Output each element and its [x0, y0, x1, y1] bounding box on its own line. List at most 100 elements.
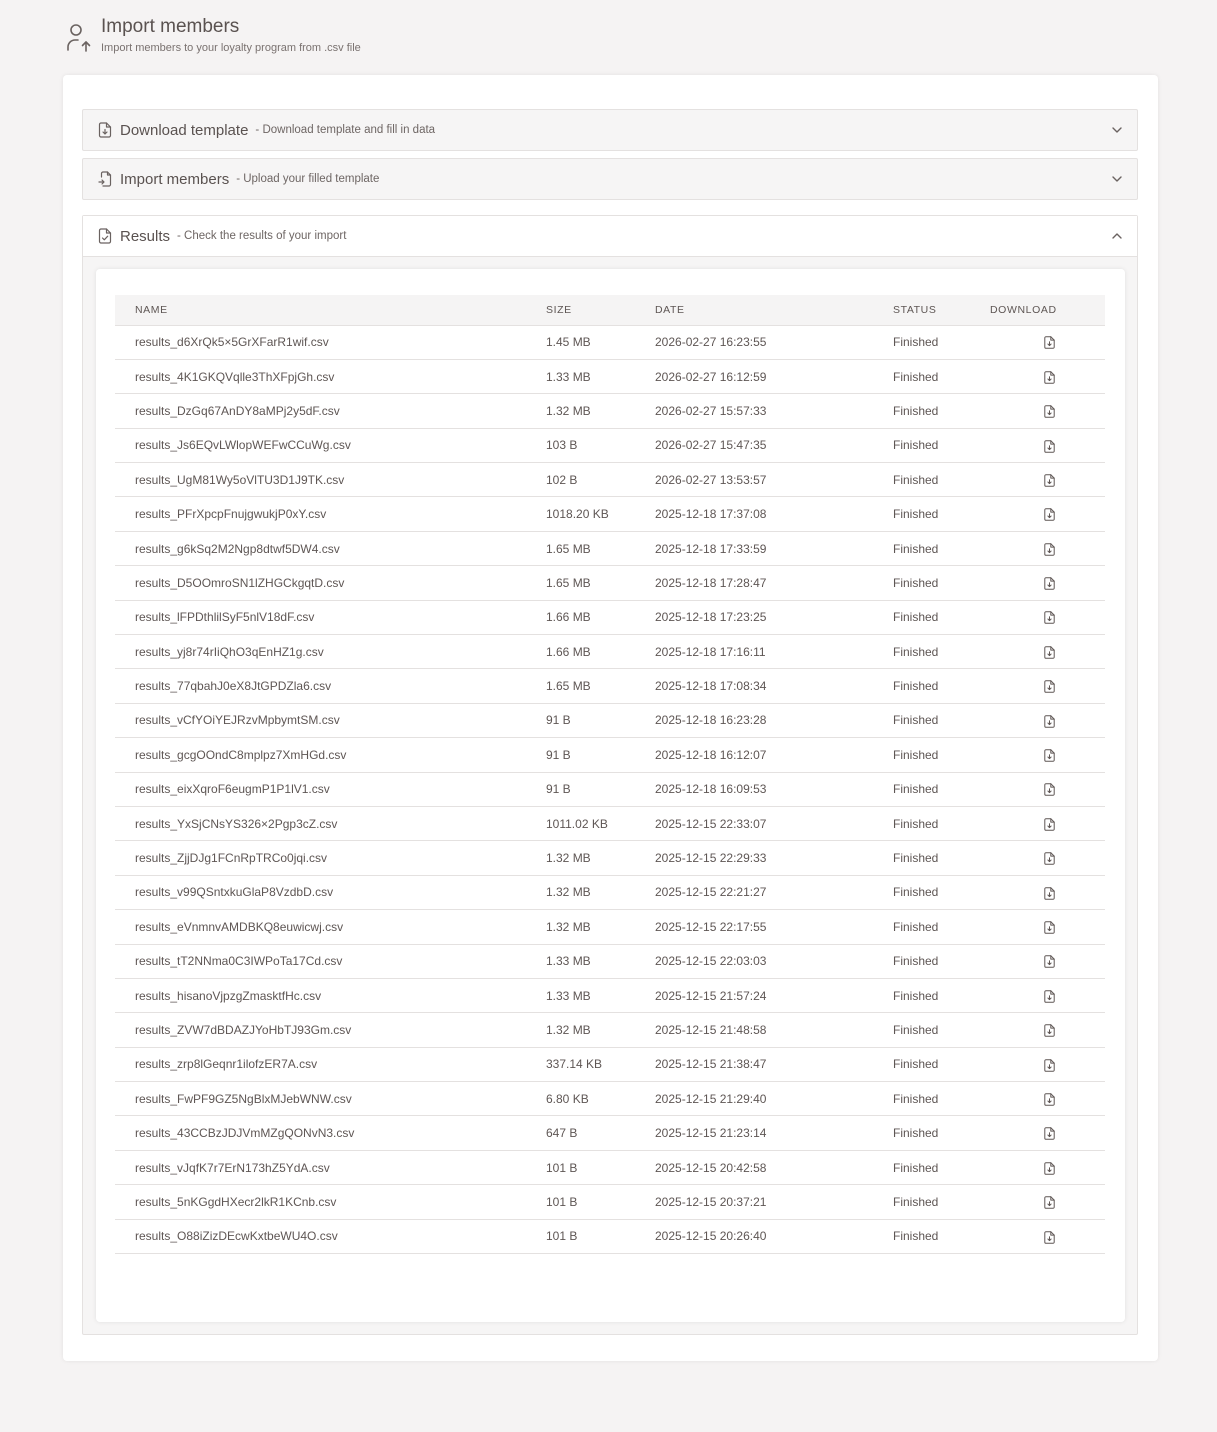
- download-cell[interactable]: [990, 1115, 1105, 1151]
- download-cell[interactable]: [990, 737, 1105, 773]
- file-download-icon[interactable]: [1043, 749, 1055, 762]
- file-download-icon[interactable]: [1043, 886, 1055, 900]
- status-text: Finished: [893, 428, 990, 464]
- download-cell[interactable]: [990, 1012, 1105, 1048]
- file-date: 2025-12-15 22:33:07: [655, 806, 893, 842]
- file-date: 2025-12-15 22:29:33: [655, 840, 893, 876]
- file-download-icon[interactable]: [1043, 783, 1055, 797]
- download-cell[interactable]: [990, 944, 1105, 979]
- download-cell[interactable]: [990, 393, 1105, 429]
- download-cell[interactable]: [990, 978, 1105, 1014]
- file-size: 1.65 MB: [546, 668, 655, 704]
- file-size: 1.32 MB: [546, 909, 655, 945]
- accordion-download-template[interactable]: Download template - Download template an…: [82, 109, 1138, 151]
- file-name: results_5nKGgdHXecr2lkR1KCnb.csv: [115, 1184, 546, 1220]
- download-cell[interactable]: [990, 703, 1105, 739]
- download-cell[interactable]: [990, 1081, 1105, 1117]
- file-date: 2025-12-15 20:26:40: [655, 1219, 893, 1255]
- table-row: results_yj8r74rIiQhO3qEnHZ1g.csv 1.66 MB 2…: [115, 634, 1105, 670]
- download-cell[interactable]: [990, 772, 1105, 807]
- file-download-icon: [98, 122, 112, 138]
- file-download-icon[interactable]: [1043, 955, 1055, 969]
- accordion-header[interactable]: Download template - Download template an…: [83, 110, 1137, 150]
- file-size: 1.45 MB: [546, 325, 655, 360]
- file-download-icon[interactable]: [1043, 1127, 1055, 1141]
- download-cell[interactable]: [990, 875, 1105, 911]
- download-cell[interactable]: [990, 600, 1105, 636]
- file-download-icon[interactable]: [1043, 1024, 1055, 1037]
- file-download-icon[interactable]: [1043, 542, 1055, 556]
- download-cell[interactable]: [990, 909, 1105, 945]
- file-download-icon[interactable]: [1043, 714, 1055, 728]
- file-download-icon[interactable]: [1043, 336, 1055, 350]
- file-date: 2026-02-27 16:23:55: [655, 325, 893, 360]
- file-date: 2025-12-18 17:23:25: [655, 600, 893, 636]
- file-size: 1018.20 KB: [546, 496, 655, 532]
- file-name: results_O88iZizDEcwKxtbeWU4O.csv: [115, 1219, 546, 1255]
- table-row: results_tT2NNma0C3IWPoTa17Cd.csv 1.33 MB 2…: [115, 944, 1105, 979]
- accordion-header[interactable]: Import members - Upload your filled temp…: [83, 159, 1137, 199]
- table-row: results_YxSjCNsYS326×2Pgp3cZ.csv 1011.02 …: [115, 806, 1105, 842]
- page-title: Import members: [101, 16, 240, 37]
- column-header-status: STATUS: [893, 295, 990, 326]
- file-download-icon[interactable]: [1043, 405, 1055, 418]
- download-cell[interactable]: [990, 1150, 1105, 1186]
- file-import-icon: [98, 171, 112, 187]
- file-download-icon[interactable]: [1043, 989, 1055, 1003]
- file-download-icon[interactable]: [1043, 439, 1055, 453]
- download-cell[interactable]: [990, 806, 1105, 842]
- file-name: results_YxSjCNsYS326×2Pgp3cZ.csv: [115, 806, 546, 842]
- download-cell[interactable]: [990, 668, 1105, 704]
- download-cell[interactable]: [990, 428, 1105, 464]
- download-cell[interactable]: [990, 565, 1105, 601]
- table-row: results_vCfYOiYEJRzvMpbymtSM.csv 91 B 2025…: [115, 703, 1105, 739]
- file-date: 2025-12-18 16:23:28: [655, 703, 893, 739]
- file-download-icon[interactable]: [1043, 474, 1055, 487]
- table-row: results_ZjjDJg1FCnRpTRCo0jqi.csv 1.32 MB 2…: [115, 840, 1105, 876]
- download-cell[interactable]: [990, 1184, 1105, 1220]
- accordion-results[interactable]: Results - Check the results of your impo…: [82, 215, 1138, 1335]
- file-size: 1.32 MB: [546, 840, 655, 876]
- accordion-import-members[interactable]: Import members - Upload your filled temp…: [82, 158, 1138, 200]
- accordion-description: - Check the results of your import: [177, 230, 347, 242]
- file-download-icon[interactable]: [1043, 1058, 1055, 1072]
- file-download-icon[interactable]: [1043, 646, 1055, 659]
- download-cell[interactable]: [990, 1219, 1105, 1255]
- accordion-header[interactable]: Results - Check the results of your impo…: [83, 216, 1137, 257]
- file-download-icon[interactable]: [1043, 370, 1055, 384]
- file-download-icon[interactable]: [1043, 577, 1055, 590]
- file-download-icon[interactable]: [1043, 508, 1055, 522]
- download-cell[interactable]: [990, 325, 1105, 360]
- download-cell[interactable]: [990, 634, 1105, 670]
- file-date: 2025-12-15 22:03:03: [655, 944, 893, 979]
- download-cell[interactable]: [990, 531, 1105, 567]
- file-download-icon[interactable]: [1043, 921, 1055, 934]
- file-download-icon[interactable]: [1043, 818, 1055, 831]
- file-download-icon[interactable]: [1043, 1196, 1055, 1209]
- file-name: results_ZVW7dBDAZJYoHbTJ93Gm.csv: [115, 1012, 546, 1048]
- download-cell[interactable]: [990, 359, 1105, 395]
- download-cell[interactable]: [990, 462, 1105, 498]
- download-cell[interactable]: [990, 1047, 1105, 1083]
- file-download-icon[interactable]: [1043, 1230, 1055, 1244]
- file-name: results_ZjjDJg1FCnRpTRCo0jqi.csv: [115, 840, 546, 876]
- status-text: Finished: [893, 978, 990, 1014]
- file-download-icon[interactable]: [1043, 611, 1055, 625]
- file-download-icon[interactable]: [1043, 1161, 1055, 1175]
- status-text: Finished: [893, 1115, 990, 1151]
- download-cell[interactable]: [990, 496, 1105, 532]
- table-row: results_v99QSntxkuGlaP8VzdbD.csv 1.32 MB 2…: [115, 875, 1105, 911]
- file-download-icon[interactable]: [1043, 680, 1055, 694]
- status-text: Finished: [893, 565, 990, 601]
- file-download-icon[interactable]: [1043, 852, 1055, 866]
- file-size: 101 B: [546, 1219, 655, 1255]
- chevron-up-icon[interactable]: [1111, 230, 1123, 242]
- file-name: results_vJqfK7r7ErN173hZ5YdA.csv: [115, 1150, 546, 1186]
- chevron-down-icon[interactable]: [1111, 124, 1123, 136]
- file-download-icon[interactable]: [1043, 1093, 1055, 1106]
- file-name: results_tT2NNma0C3IWPoTa17Cd.csv: [115, 944, 546, 979]
- chevron-down-icon[interactable]: [1111, 173, 1123, 185]
- download-cell[interactable]: [990, 840, 1105, 876]
- table-row: results_5nKGgdHXecr2lkR1KCnb.csv 101 B 202…: [115, 1184, 1105, 1220]
- status-text: Finished: [893, 875, 990, 911]
